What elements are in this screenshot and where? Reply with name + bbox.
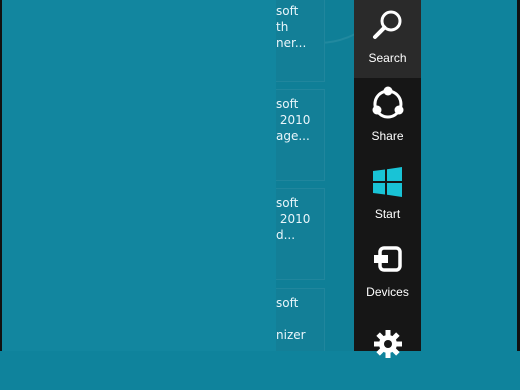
charm-start[interactable]: Start	[354, 156, 421, 234]
search-icon	[368, 6, 408, 46]
charm-settings[interactable]	[354, 312, 421, 390]
tile-label: soft 2010 d...	[276, 196, 311, 242]
app-tile[interactable]: soft th ner...	[276, 0, 325, 82]
app-tile[interactable]: soft 2010 d...	[276, 188, 325, 280]
charms-bar: Search Share Start Devices	[354, 0, 421, 358]
desktop-background	[421, 0, 520, 351]
charm-devices[interactable]: Devices	[354, 234, 421, 312]
charm-label: Search	[368, 51, 407, 65]
windows-start-icon	[368, 162, 408, 202]
tile-label: soft nizer	[276, 296, 306, 342]
tile-label: soft th ner...	[276, 4, 307, 50]
charm-label: Share	[371, 129, 404, 143]
app-tile[interactable]: soft 2010 age...	[276, 89, 325, 181]
share-icon	[368, 84, 408, 124]
tile-label: soft 2010 age...	[276, 97, 311, 143]
charm-label: Devices	[366, 285, 409, 299]
settings-icon	[368, 318, 408, 358]
app-content-panel	[2, 0, 276, 351]
start-tiles-area: soft th ner... soft 2010 age... soft 201…	[276, 0, 354, 351]
app-tile[interactable]: soft nizer	[276, 288, 325, 351]
charm-label: Start	[374, 207, 401, 221]
charm-search[interactable]: Search	[354, 0, 421, 78]
charm-share[interactable]: Share	[354, 78, 421, 156]
devices-icon	[368, 240, 408, 280]
